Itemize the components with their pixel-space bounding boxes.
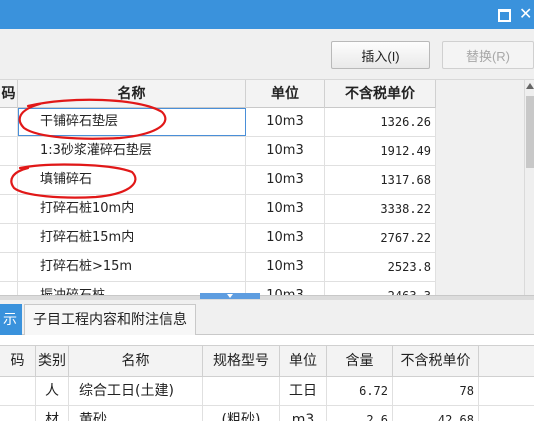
table-row[interactable]: 1:3砂浆灌碎石垫层 10m3 1912.49 [0, 137, 436, 166]
col-header-type[interactable]: 类别 [36, 346, 69, 377]
unit-cell: 10m3 [246, 166, 325, 194]
code-cell [0, 377, 36, 405]
unit-cell: 10m3 [246, 108, 325, 136]
code-cell [0, 137, 18, 165]
window-titlebar: ✕ [0, 0, 534, 29]
close-icon[interactable]: ✕ [519, 6, 534, 22]
qty-cell: 2.6 [327, 406, 393, 421]
replace-button[interactable]: 替换(R) [442, 41, 534, 69]
name-cell: 1:3砂浆灌碎石垫层 [18, 137, 246, 165]
code-cell [0, 108, 18, 136]
table-row[interactable]: 打碎石桩15m内 10m3 2767.22 [0, 224, 436, 253]
col-header-name[interactable]: 名称 [18, 80, 246, 108]
type-cell: 人 [36, 377, 69, 405]
code-cell [0, 195, 18, 223]
toolbar: 插入(I) 替换(R) [0, 29, 534, 80]
table-row[interactable]: 干铺碎石垫层 10m3 1326.26 [0, 108, 436, 137]
name-cell: 干铺碎石垫层 [18, 108, 246, 136]
unit-cell: m3 [280, 406, 327, 421]
qty-cell: 6.72 [327, 377, 393, 405]
insert-button[interactable]: 插入(I) [331, 41, 430, 69]
quota-grid-header: 码 名称 单位 不含税单价 [0, 80, 436, 108]
table-row[interactable]: 打碎石桩10m内 10m3 3338.22 [0, 195, 436, 224]
col-header-unit[interactable]: 单位 [246, 80, 325, 108]
maximize-icon[interactable] [496, 6, 512, 22]
scroll-thumb[interactable] [526, 96, 534, 168]
name-cell: 打碎石桩>15m [18, 253, 246, 281]
price-cell: 1317.68 [325, 166, 436, 194]
price-cell: 42.68 [393, 406, 479, 421]
col-header-spec[interactable]: 规格型号 [203, 346, 280, 377]
price-cell: 2523.8 [325, 253, 436, 281]
name-cell: 综合工日(土建) [69, 377, 203, 405]
tab-display[interactable]: 示 [0, 304, 22, 335]
price-cell: 2463.3 [325, 282, 436, 295]
unit-cell: 10m3 [246, 253, 325, 281]
unit-cell: 工日 [280, 377, 327, 405]
col-header-price[interactable]: 不含税单价 [393, 346, 479, 377]
code-cell [0, 166, 18, 194]
col-header-unit[interactable]: 单位 [280, 346, 327, 377]
col-header-code[interactable]: 码 [0, 346, 36, 377]
name-cell: 黄砂 [69, 406, 203, 421]
col-header-qty[interactable]: 含量 [327, 346, 393, 377]
code-cell [0, 282, 18, 295]
col-header-price[interactable]: 不含税单价 [325, 80, 436, 108]
scroll-up-icon[interactable] [526, 83, 534, 89]
resource-grid-header: 码 类别 名称 规格型号 单位 含量 不含税单价 [0, 345, 534, 377]
col-header-code[interactable]: 码 [0, 80, 18, 108]
type-cell: 材 [36, 406, 69, 421]
collapse-handle-icon[interactable] [200, 293, 260, 299]
quota-grid: 码 名称 单位 不含税单价 干铺碎石垫层 10m3 1326.26 1:3砂浆灌… [0, 80, 534, 295]
name-cell: 打碎石桩15m内 [18, 224, 246, 252]
price-cell: 1912.49 [325, 137, 436, 165]
unit-cell: 10m3 [246, 224, 325, 252]
table-row[interactable]: 人 综合工日(土建) 工日 6.72 78 [0, 377, 534, 406]
spec-cell: (粗砂) [203, 406, 280, 421]
vertical-scrollbar[interactable] [524, 80, 534, 295]
spec-cell [203, 377, 280, 405]
table-row[interactable]: 材 黄砂 (粗砂) m3 2.6 42.68 [0, 406, 534, 421]
table-row[interactable]: 打碎石桩>15m 10m3 2523.8 [0, 253, 436, 282]
name-cell: 填铺碎石 [18, 166, 246, 194]
code-cell [0, 253, 18, 281]
code-cell [0, 224, 18, 252]
col-header-name[interactable]: 名称 [69, 346, 203, 377]
price-cell: 1326.26 [325, 108, 436, 136]
detail-tabbar: 示 子目工程内容和附注信息 [0, 300, 534, 335]
unit-cell: 10m3 [246, 195, 325, 223]
name-cell: 打碎石桩10m内 [18, 195, 246, 223]
price-cell: 3338.22 [325, 195, 436, 223]
code-cell [0, 406, 36, 421]
unit-cell: 10m3 [246, 137, 325, 165]
price-cell: 2767.22 [325, 224, 436, 252]
tab-work-content-notes[interactable]: 子目工程内容和附注信息 [24, 304, 196, 335]
table-row[interactable]: 填铺碎石 10m3 1317.68 [0, 166, 436, 195]
grid-empty-area [436, 80, 524, 295]
price-cell: 78 [393, 377, 479, 405]
